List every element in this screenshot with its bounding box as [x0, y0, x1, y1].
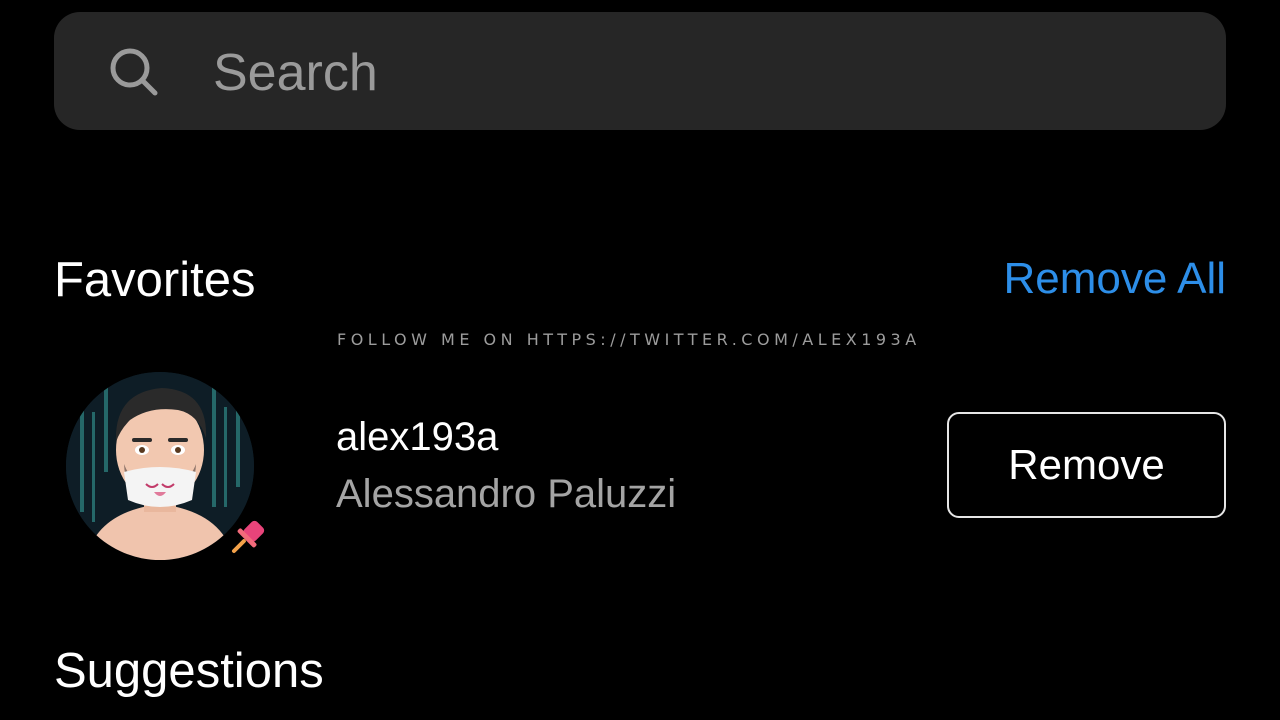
favorites-title: Favorites: [54, 253, 256, 307]
remove-all-button[interactable]: Remove All: [1003, 254, 1226, 304]
search-input[interactable]: [213, 36, 1113, 110]
watermark-text: FOLLOW ME ON HTTPS://TWITTER.COM/ALEX193…: [337, 330, 921, 349]
full-name: Alessandro Paluzzi: [336, 472, 677, 516]
suggestions-title: Suggestions: [54, 644, 324, 698]
search-icon: [110, 48, 158, 96]
username: alex193a: [336, 415, 499, 459]
remove-button[interactable]: Remove: [947, 412, 1226, 518]
pin-icon: [231, 520, 265, 554]
